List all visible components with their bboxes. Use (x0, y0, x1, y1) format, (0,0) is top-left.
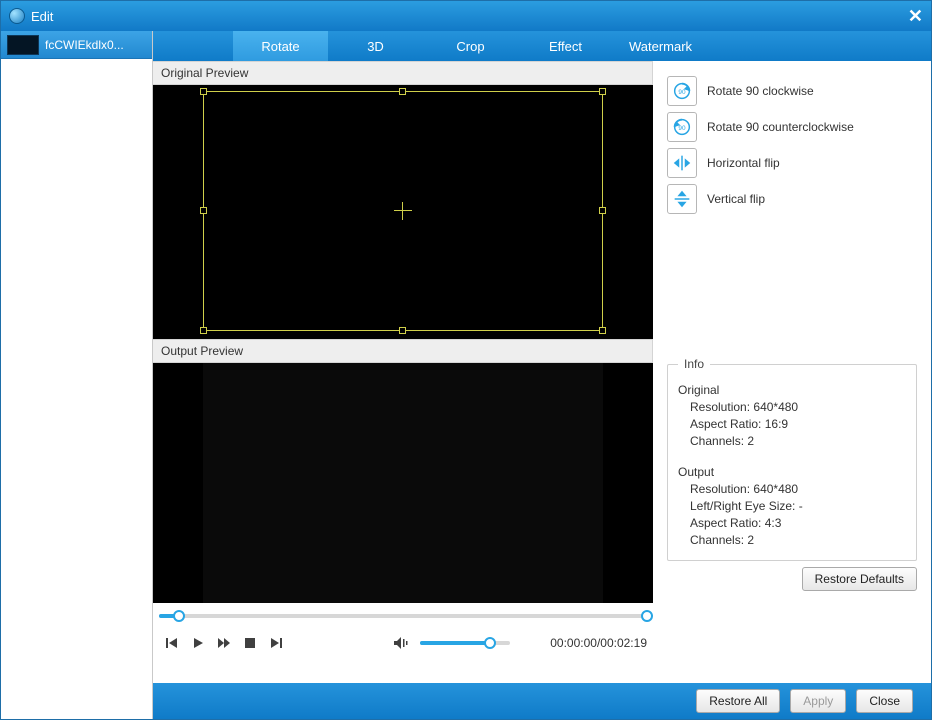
restore-all-button[interactable]: Restore All (696, 689, 780, 713)
info-original-channels: Channels: 2 (690, 434, 906, 448)
titlebar: Edit ✕ (1, 1, 931, 31)
rotate-ccw-icon: 90 (667, 112, 697, 142)
info-original-aspect: Aspect Ratio: 16:9 (690, 417, 906, 431)
prev-button[interactable] (159, 631, 185, 655)
seek-slider[interactable] (159, 614, 647, 618)
file-thumbnail (7, 35, 39, 55)
rotate-cw-label: Rotate 90 clockwise (707, 84, 814, 98)
info-original-resolution: Resolution: 640*480 (690, 400, 906, 414)
stop-button[interactable] (237, 631, 263, 655)
file-name: fcCWIEkdlx0... (45, 38, 124, 52)
crop-handle[interactable] (399, 327, 406, 334)
bottom-bar: Restore All Apply Close (153, 683, 931, 719)
tab-watermark[interactable]: Watermark (613, 31, 708, 61)
svg-text:90: 90 (678, 89, 686, 96)
crop-handle[interactable] (200, 327, 207, 334)
original-preview[interactable] (153, 85, 653, 339)
apply-button[interactable]: Apply (790, 689, 846, 713)
output-preview (153, 363, 653, 603)
crop-handle[interactable] (200, 88, 207, 95)
info-output-title: Output (678, 465, 906, 479)
info-output-aspect: Aspect Ratio: 4:3 (690, 516, 906, 530)
info-panel: Info Original Resolution: 640*480 Aspect… (667, 357, 917, 561)
seek-thumb-start[interactable] (173, 610, 185, 622)
crop-handle[interactable] (200, 207, 207, 214)
output-preview-label: Output Preview (153, 339, 653, 363)
volume-slider[interactable] (420, 641, 510, 645)
vertical-flip-icon (667, 184, 697, 214)
app-icon (9, 8, 25, 24)
file-sidebar: fcCWIEkdlx0... (1, 31, 153, 719)
time-display: 00:00:00/00:02:19 (550, 636, 647, 650)
fast-forward-button[interactable] (211, 631, 237, 655)
crop-center-icon[interactable] (394, 202, 412, 220)
close-icon[interactable]: ✕ (908, 6, 923, 27)
tab-crop[interactable]: Crop (423, 31, 518, 61)
tabbar: Rotate 3D Crop Effect Watermark (153, 31, 931, 61)
tab-effect[interactable]: Effect (518, 31, 613, 61)
horizontal-flip-button[interactable]: Horizontal flip (667, 145, 917, 181)
vertical-flip-label: Vertical flip (707, 192, 765, 206)
vertical-flip-button[interactable]: Vertical flip (667, 181, 917, 217)
info-legend: Info (678, 357, 710, 371)
horizontal-flip-icon (667, 148, 697, 178)
rotate-cw-icon: 90 (667, 76, 697, 106)
close-button[interactable]: Close (856, 689, 913, 713)
svg-text:90: 90 (678, 125, 686, 132)
restore-defaults-button[interactable]: Restore Defaults (802, 567, 917, 591)
tab-3d[interactable]: 3D (328, 31, 423, 61)
info-output-channels: Channels: 2 (690, 533, 906, 547)
rotate-cw-button[interactable]: 90 Rotate 90 clockwise (667, 73, 917, 109)
volume-icon[interactable] (388, 631, 414, 655)
rotate-ccw-label: Rotate 90 counterclockwise (707, 120, 854, 134)
info-output-resolution: Resolution: 640*480 (690, 482, 906, 496)
file-item[interactable]: fcCWIEkdlx0... (1, 31, 152, 59)
seek-thumb-end[interactable] (641, 610, 653, 622)
tab-rotate[interactable]: Rotate (233, 31, 328, 61)
info-original-title: Original (678, 383, 906, 397)
edit-window: Edit ✕ fcCWIEkdlx0... Rotate 3D Crop Eff… (0, 0, 932, 720)
play-button[interactable] (185, 631, 211, 655)
crop-handle[interactable] (599, 88, 606, 95)
crop-box[interactable] (203, 91, 603, 331)
crop-handle[interactable] (599, 327, 606, 334)
window-title: Edit (31, 9, 53, 24)
crop-handle[interactable] (599, 207, 606, 214)
crop-handle[interactable] (399, 88, 406, 95)
horizontal-flip-label: Horizontal flip (707, 156, 780, 170)
rotate-ccw-button[interactable]: 90 Rotate 90 counterclockwise (667, 109, 917, 145)
next-button[interactable] (263, 631, 289, 655)
info-output-eye: Left/Right Eye Size: - (690, 499, 906, 513)
original-preview-label: Original Preview (153, 61, 653, 85)
